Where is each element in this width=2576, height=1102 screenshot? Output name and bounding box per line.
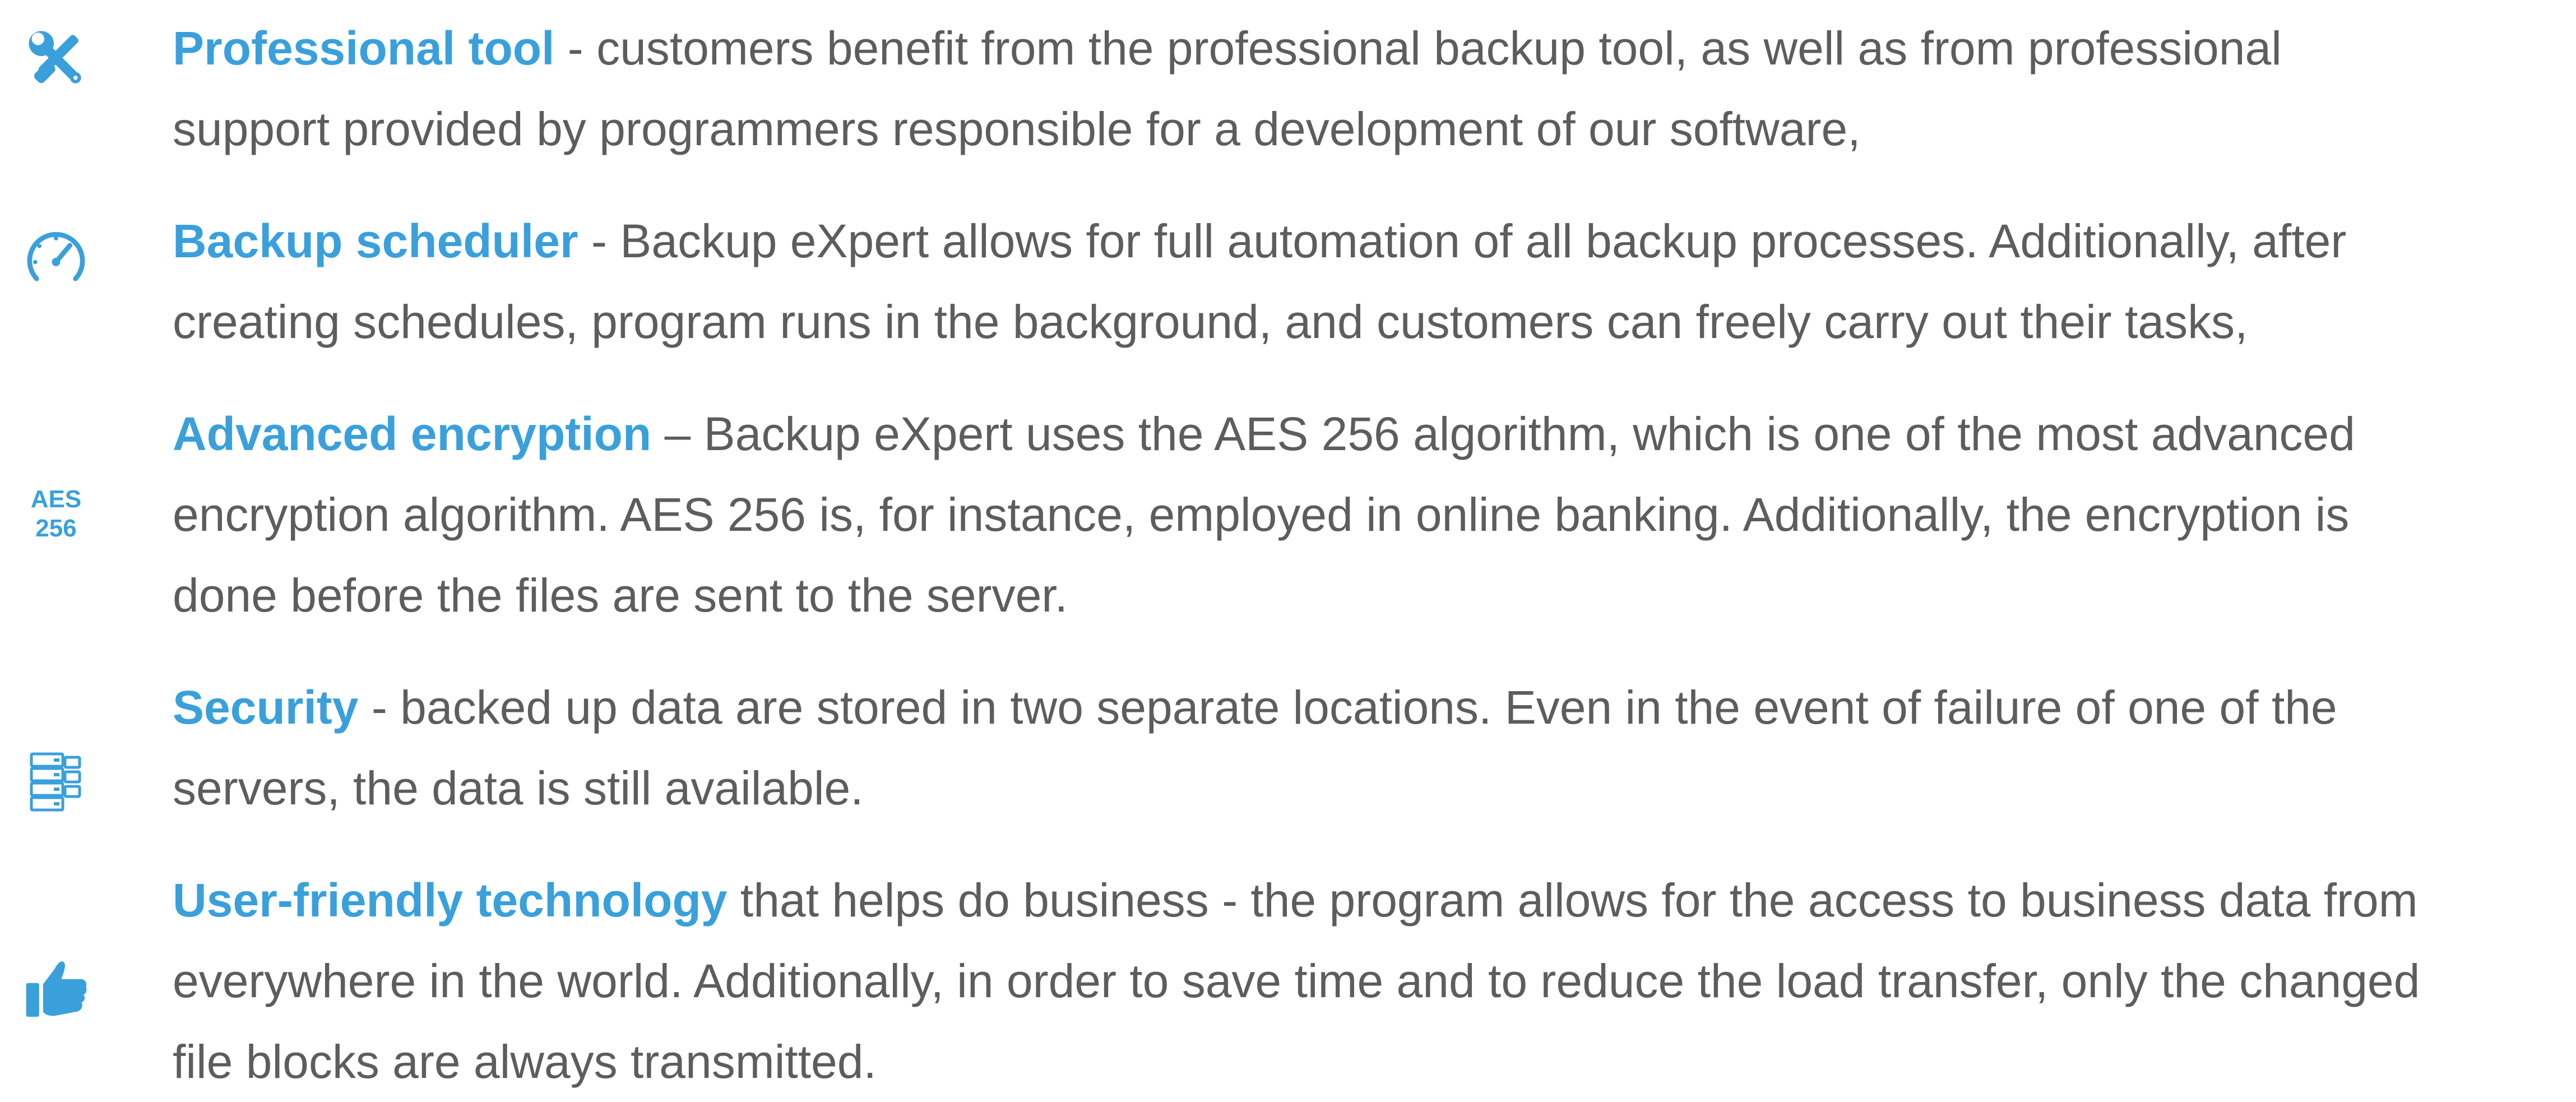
feature-text: Backup scheduler - Backup eXpert allows …: [173, 201, 2572, 362]
feature-item-professional-tool: Professional tool - customers benefit fr…: [0, 8, 2576, 169]
feature-body-line: servers, the data is still available.: [173, 762, 864, 814]
feature-item-advanced-encryption: AES 256 Advanced encryption – Backup eXp…: [0, 393, 2576, 636]
feature-title: Advanced encryption: [173, 408, 652, 460]
feature-body-line: - backed up data are stored in two separ…: [358, 681, 2337, 734]
feature-body-line: support provided by programmers responsi…: [173, 103, 1861, 155]
feature-text: User-friendly technology that helps do b…: [173, 860, 2572, 1102]
feature-text: Advanced encryption – Backup eXpert uses…: [173, 393, 2572, 636]
server-rack-icon: [0, 749, 112, 816]
feature-item-backup-scheduler: Backup scheduler - Backup eXpert allows …: [0, 201, 2576, 362]
wrench-screwdriver-icon: [0, 18, 112, 99]
feature-body-line: encryption algorithm. AES 256 is, for in…: [173, 488, 2350, 541]
feature-body-line: - customers benefit from the professiona…: [554, 22, 2282, 75]
feature-body-line: file blocks are always transmitted.: [173, 1035, 877, 1088]
feature-body-line: – Backup eXpert uses the AES 256 algorit…: [651, 408, 2355, 460]
feature-body-line: everywhere in the world. Additionally, i…: [173, 955, 2420, 1007]
aes-256-icon: AES 256: [0, 472, 112, 556]
feature-body-line: that helps do business - the program all…: [727, 874, 2418, 927]
feature-list: Professional tool - customers benefit fr…: [0, 0, 2576, 1091]
feature-body-line: done before the files are sent to the se…: [173, 569, 1068, 622]
feature-text: Security - backed up data are stored in …: [173, 667, 2572, 828]
thumbs-up-icon: [0, 952, 112, 1025]
aes-icon-label: AES: [30, 485, 82, 513]
aes-icon-label: 256: [35, 515, 77, 542]
feature-title: Security: [173, 681, 359, 734]
speedometer-icon: [0, 217, 112, 298]
feature-item-security: Security - backed up data are stored in …: [0, 667, 2576, 828]
feature-title: Backup scheduler: [173, 215, 578, 267]
feature-body-line: - Backup eXpert allows for full automati…: [578, 215, 2347, 267]
feature-title: User-friendly technology: [173, 874, 728, 927]
feature-text: Professional tool - customers benefit fr…: [173, 8, 2572, 169]
feature-item-user-friendly-technology: User-friendly technology that helps do b…: [0, 860, 2576, 1091]
feature-title: Professional tool: [173, 22, 555, 75]
feature-body-line: creating schedules, program runs in the …: [173, 295, 2248, 348]
